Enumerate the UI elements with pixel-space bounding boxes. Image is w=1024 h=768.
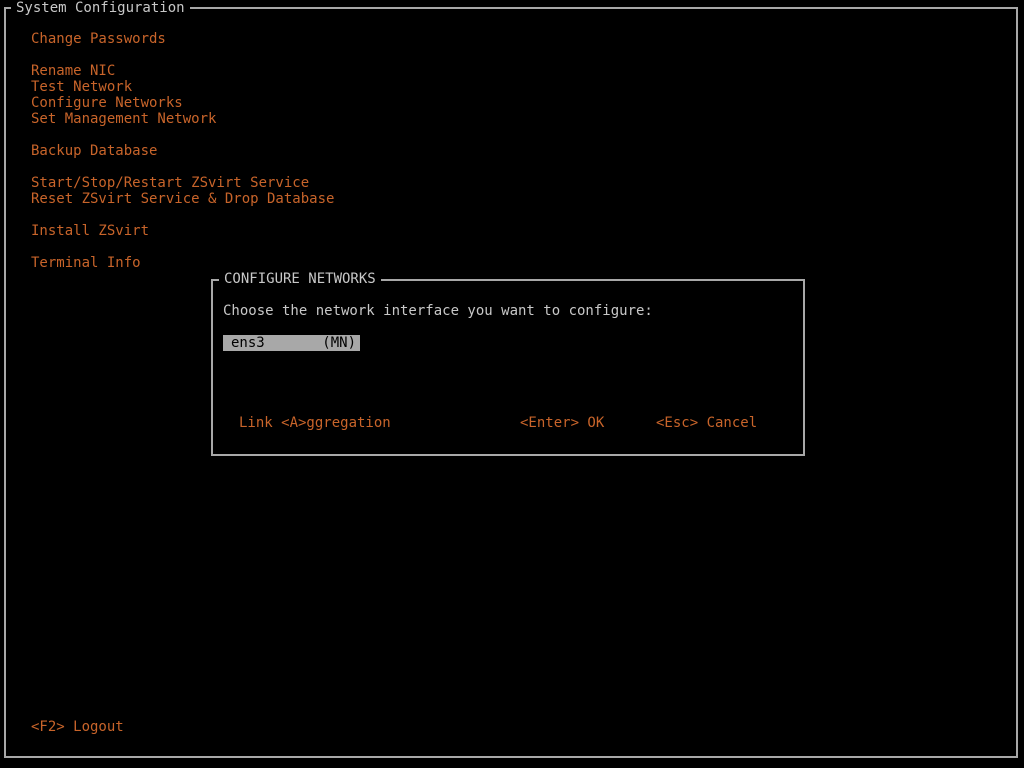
menu-item-rename-nic[interactable]: Rename NIC [31, 63, 115, 79]
menu-item-backup-database[interactable]: Backup Database [31, 143, 157, 159]
interface-name: ens3 [231, 335, 265, 351]
interface-tag: (MN) [322, 335, 356, 351]
logout-button[interactable]: <F2> Logout [31, 719, 124, 735]
ok-button[interactable]: <Enter> OK [520, 415, 604, 431]
menu-item-restart-service[interactable]: Start/Stop/Restart ZSvirt Service [31, 175, 309, 191]
menu-item-install[interactable]: Install ZSvirt [31, 223, 149, 239]
menu-item-change-passwords[interactable]: Change Passwords [31, 31, 166, 47]
menu-item-configure-networks[interactable]: Configure Networks [31, 95, 183, 111]
dialog-prompt: Choose the network interface you want to… [223, 303, 653, 319]
window-title: System Configuration [11, 0, 190, 16]
cancel-button[interactable]: <Esc> Cancel [656, 415, 757, 431]
menu-item-test-network[interactable]: Test Network [31, 79, 132, 95]
link-aggregation-button[interactable]: Link <A>ggregation [239, 415, 391, 431]
menu-item-set-management-network[interactable]: Set Management Network [31, 111, 216, 127]
menu-item-reset-service[interactable]: Reset ZSvirt Service & Drop Database [31, 191, 334, 207]
menu-item-terminal-info[interactable]: Terminal Info [31, 255, 141, 271]
dialog-title: CONFIGURE NETWORKS [219, 271, 381, 287]
interface-list-item[interactable]: ens3 (MN) [223, 335, 360, 351]
